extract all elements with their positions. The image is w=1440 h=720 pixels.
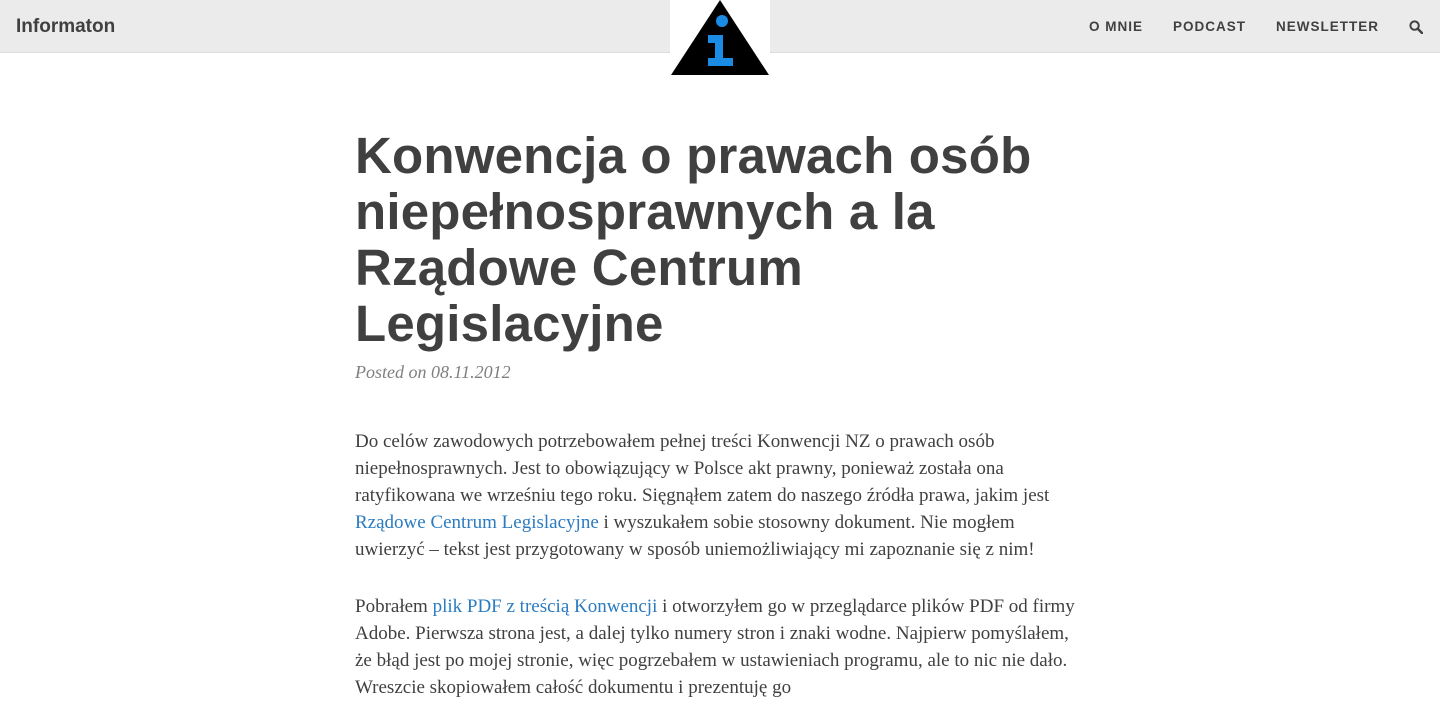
site-logo[interactable] — [670, 0, 770, 76]
brand-link[interactable]: Informaton — [16, 15, 115, 39]
post-body: Do celów zawodowych potrzebowałem pełnej… — [355, 428, 1087, 701]
search-icon[interactable] — [1409, 19, 1424, 34]
nav-link-o-mnie[interactable]: O MNIE — [1089, 17, 1143, 37]
rcl-link[interactable]: Rządowe Centrum Legislacyjne — [355, 512, 599, 533]
post-date: Posted on 08.11.2012 — [355, 362, 511, 382]
paragraph-text: Pobrałem — [355, 596, 433, 617]
info-triangle-icon — [671, 0, 769, 75]
pdf-link[interactable]: plik PDF z treścią Konwencji — [433, 596, 658, 617]
nav-link-newsletter[interactable]: NEWSLETTER — [1276, 17, 1379, 37]
paragraph: Pobrałem plik PDF z treścią Konwencji i … — [355, 593, 1087, 701]
nav-link-podcast[interactable]: PODCAST — [1173, 17, 1246, 37]
paragraph-text: Do celów zawodowych potrzebowałem pełnej… — [355, 431, 1050, 506]
top-navbar: Informaton O MNIE PODCAST NEWSLETTER — [0, 0, 1440, 76]
post-title: Konwencja o prawach osób niepełnosprawny… — [355, 127, 1032, 352]
paragraph: Do celów zawodowych potrzebowałem pełnej… — [355, 428, 1087, 563]
nav-links: O MNIE PODCAST NEWSLETTER — [1059, 0, 1440, 53]
post-article: Konwencja o prawach osób niepełnosprawny… — [355, 128, 1087, 701]
